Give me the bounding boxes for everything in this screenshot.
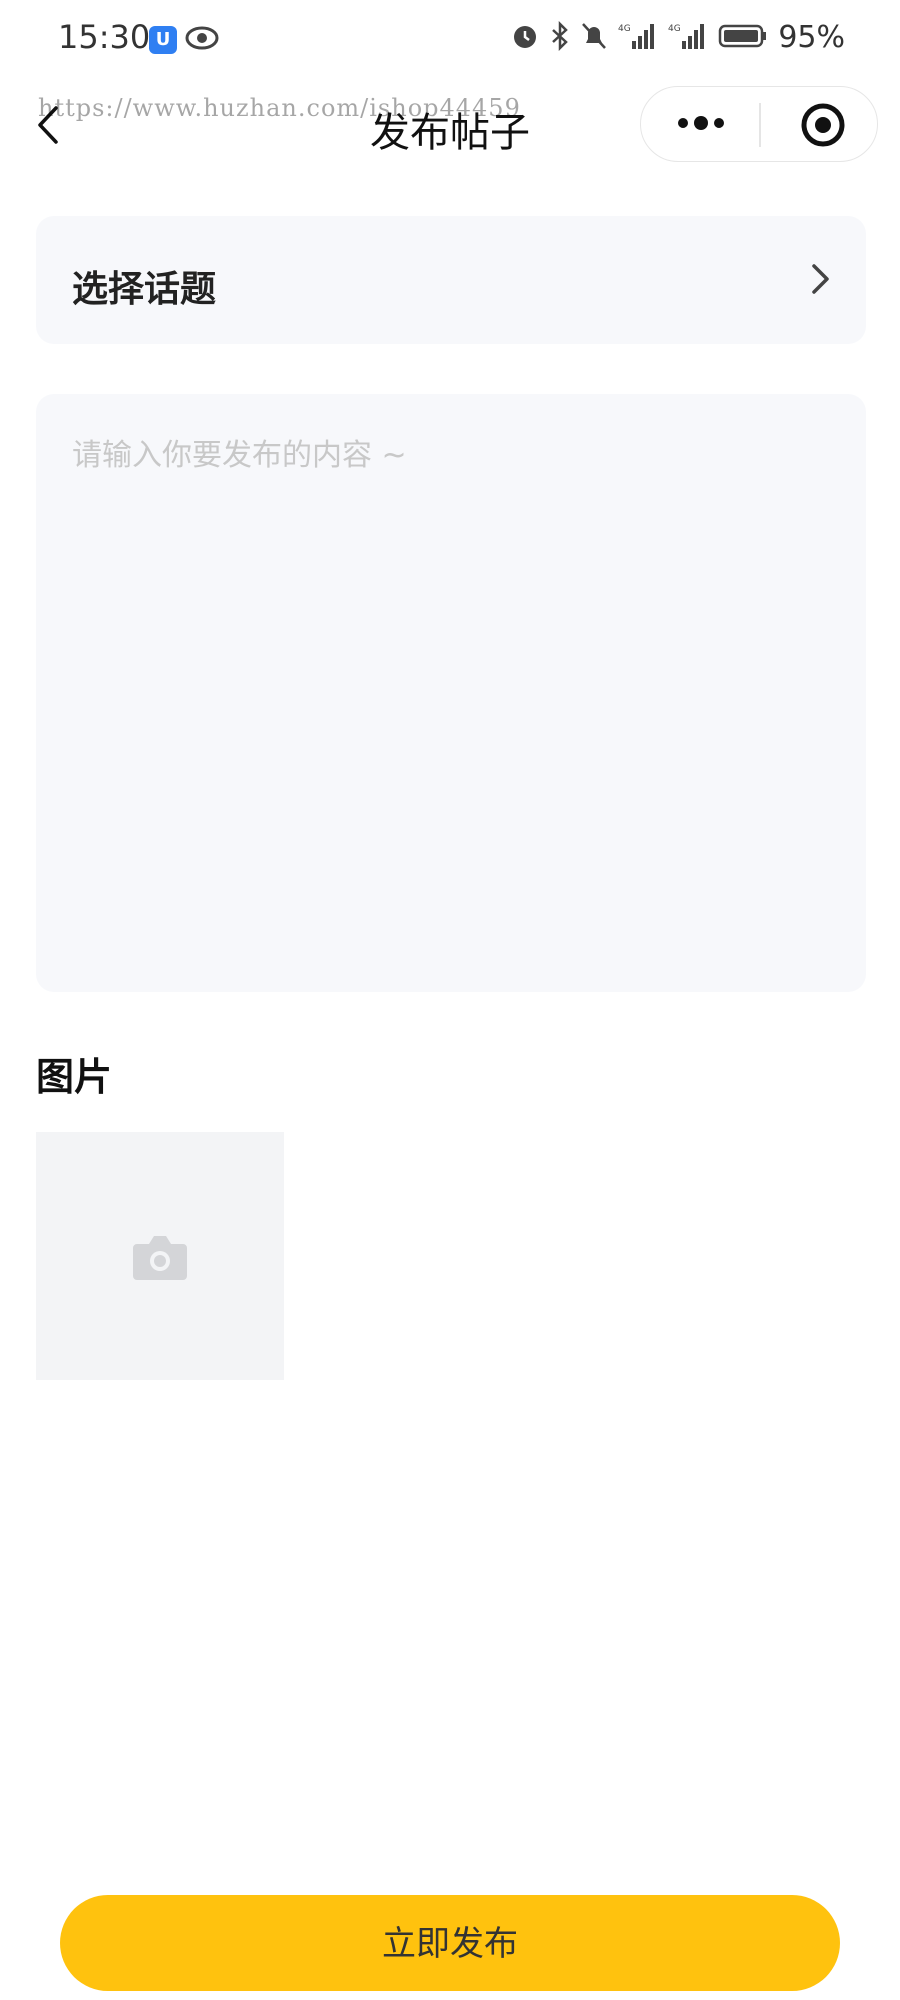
content-panel — [36, 394, 866, 992]
battery-icon — [718, 21, 768, 55]
watermark-text: https://www.huzhan.com/ishop44459 — [38, 94, 521, 122]
bluetooth-icon — [550, 20, 570, 55]
nav-bar: 发布帖子 https://www.huzhan.com/ishop44459 — [0, 80, 900, 170]
select-topic-row[interactable]: 选择话题 — [36, 216, 866, 344]
more-icon[interactable] — [675, 111, 727, 139]
status-bar: 15:30 U 4G 4G 95% — [0, 0, 900, 80]
app-notification-icon: U — [149, 26, 177, 54]
mini-program-capsule — [640, 86, 878, 162]
capsule-divider — [759, 103, 761, 147]
select-topic-label: 选择话题 — [72, 269, 217, 310]
add-image-button[interactable] — [36, 1132, 284, 1380]
battery-percentage: 95% — [778, 20, 845, 55]
publish-button[interactable]: 立即发布 — [60, 1895, 840, 1991]
signal-4g-icon-2: 4G — [668, 21, 708, 55]
eye-icon — [185, 24, 219, 56]
status-time: 15:30 — [58, 18, 151, 56]
svg-text:4G: 4G — [668, 24, 681, 34]
camera-icon — [131, 1232, 189, 1286]
alarm-icon — [510, 21, 540, 55]
chevron-right-icon — [810, 262, 832, 300]
signal-4g-icon: 4G — [618, 21, 658, 55]
content-textarea[interactable] — [36, 394, 866, 992]
images-section-title: 图片 — [36, 1055, 113, 1099]
mute-bell-icon — [580, 21, 608, 55]
close-target-icon[interactable] — [799, 101, 847, 153]
svg-text:4G: 4G — [618, 24, 631, 34]
